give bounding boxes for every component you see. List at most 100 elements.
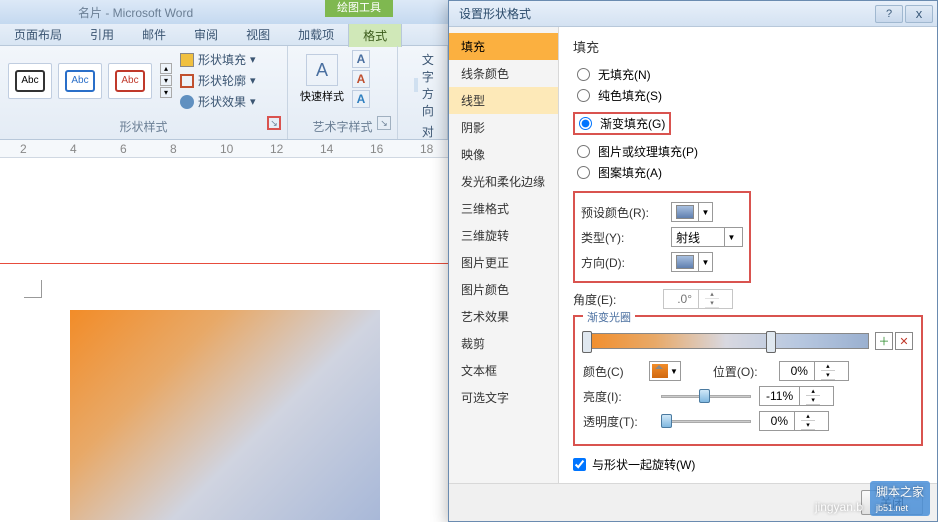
pen-icon xyxy=(180,74,194,88)
label-type: 类型(Y): xyxy=(581,229,663,246)
dialog-category-list: 填充 线条颜色 线型 阴影 映像 发光和柔化边缘 三维格式 三维旋转 图片更正 … xyxy=(449,27,559,483)
tab-review[interactable]: 审阅 xyxy=(180,23,232,46)
direction-dropdown[interactable]: ▼ xyxy=(671,252,713,272)
dialog-titlebar[interactable]: 设置形状格式 ? x xyxy=(449,1,937,27)
radio-solid-fill[interactable]: 纯色填充(S) xyxy=(573,87,923,104)
effects-icon xyxy=(180,95,194,109)
brightness-slider[interactable] xyxy=(661,387,751,405)
dialog-main-panel: 填充 无填充(N) 纯色填充(S) 渐变填充(G) 图片或纹理填充(P) 图案填… xyxy=(559,27,937,483)
add-stop-button[interactable]: ＋ xyxy=(875,332,893,350)
sidebar-item-glow[interactable]: 发光和柔化边缘 xyxy=(449,168,558,195)
dialog-help-button[interactable]: ? xyxy=(875,5,903,23)
spin-down-icon[interactable]: ▾ xyxy=(806,396,820,405)
gallery-down-icon[interactable]: ▾ xyxy=(160,75,172,86)
shape-style-3[interactable]: Abc xyxy=(108,63,152,99)
brightness-spinner[interactable]: -11%▴▾ xyxy=(759,386,834,406)
text-direction-button[interactable]: 文字方向 xyxy=(410,50,439,120)
sidebar-item-3d-rotation[interactable]: 三维旋转 xyxy=(449,222,558,249)
tab-view[interactable]: 视图 xyxy=(232,23,284,46)
group-label-wordart: 艺术字样式 ↘ xyxy=(296,116,389,137)
group-label-shape-styles: 形状样式 ↘ xyxy=(8,116,279,137)
sidebar-item-line-style[interactable]: 线型 xyxy=(449,87,558,114)
quick-styles-button[interactable]: A 快速样式 xyxy=(296,50,348,108)
dialog-title: 设置形状格式 xyxy=(459,5,531,22)
sidebar-item-fill[interactable]: 填充 xyxy=(449,33,558,60)
spin-up-icon[interactable]: ▴ xyxy=(806,387,820,396)
text-fill-icon[interactable]: A xyxy=(352,50,370,68)
gradient-rectangle-shape[interactable] xyxy=(70,310,380,520)
shape-style-2[interactable]: Abc xyxy=(58,63,102,99)
preset-colors-dropdown[interactable]: ▼ xyxy=(671,202,713,222)
position-spinner[interactable]: 0%▴▾ xyxy=(779,361,849,381)
bucket-icon xyxy=(180,53,194,67)
shape-outline-button[interactable]: 形状轮廓 ▾ xyxy=(176,71,260,90)
radio-pattern-fill[interactable]: 图案填充(A) xyxy=(573,164,923,181)
sidebar-item-3d-format[interactable]: 三维格式 xyxy=(449,195,558,222)
sidebar-item-line-color[interactable]: 线条颜色 xyxy=(449,60,558,87)
gradient-type-dropdown[interactable]: 射线▼ xyxy=(671,227,743,247)
gallery-more-icon[interactable]: ▾ xyxy=(160,87,172,98)
angle-spinner[interactable]: .0°▴▾ xyxy=(663,289,733,309)
tab-format[interactable]: 格式 xyxy=(348,23,402,47)
panel-heading: 填充 xyxy=(573,37,923,56)
chevron-down-icon: ▼ xyxy=(698,253,712,271)
label-preset-colors: 预设颜色(R): xyxy=(581,204,663,221)
shape-effects-button[interactable]: 形状效果 ▾ xyxy=(176,92,260,111)
sidebar-item-picture-corrections[interactable]: 图片更正 xyxy=(449,249,558,276)
radio-gradient-fill[interactable]: 渐变填充(G) xyxy=(573,112,671,135)
chevron-down-icon: ▼ xyxy=(698,203,712,221)
chevron-down-icon: ▼ xyxy=(670,367,678,376)
wordart-mini-buttons: A A A xyxy=(352,50,370,108)
remove-stop-button[interactable]: ✕ xyxy=(895,332,913,350)
transparency-slider[interactable] xyxy=(661,412,751,430)
stop-color-dropdown[interactable]: ▼ xyxy=(649,361,681,381)
dialog-close-x[interactable]: x xyxy=(905,5,933,23)
shape-style-gallery[interactable]: Abc Abc Abc ▴ ▾ ▾ xyxy=(8,63,172,99)
preset-swatch-icon xyxy=(676,205,694,219)
align-text-button[interactable]: 对齐文本 xyxy=(410,122,439,139)
tab-addons[interactable]: 加载项 xyxy=(284,23,348,46)
radio-picture-fill[interactable]: 图片或纹理填充(P) xyxy=(573,143,923,160)
spin-up-icon[interactable]: ▴ xyxy=(801,412,815,421)
label-brightness: 亮度(I): xyxy=(583,388,653,405)
shape-style-1[interactable]: Abc xyxy=(8,63,52,99)
chevron-down-icon: ▼ xyxy=(724,228,738,246)
spin-up-icon[interactable]: ▴ xyxy=(705,290,719,299)
radio-no-fill[interactable]: 无填充(N) xyxy=(573,66,923,83)
group-wordart-styles: A 快速样式 A A A 艺术字样式 ↘ xyxy=(288,46,398,139)
sidebar-item-reflection[interactable]: 映像 xyxy=(449,141,558,168)
label-color: 颜色(C) xyxy=(583,363,641,380)
wordart-dialog-launcher[interactable]: ↘ xyxy=(377,116,391,130)
tab-page-layout[interactable]: 页面布局 xyxy=(0,23,76,46)
paint-bucket-icon xyxy=(652,364,668,378)
watermark: jingyan.b 脚本之家jb51.net xyxy=(815,481,930,516)
shape-fill-button[interactable]: 形状填充 ▾ xyxy=(176,50,260,69)
sidebar-item-textbox[interactable]: 文本框 xyxy=(449,357,558,384)
gradient-stop-2[interactable] xyxy=(766,331,776,353)
spin-up-icon[interactable]: ▴ xyxy=(821,362,835,371)
gallery-up-icon[interactable]: ▴ xyxy=(160,63,172,74)
sidebar-item-crop[interactable]: 裁剪 xyxy=(449,330,558,357)
sidebar-item-alt-text[interactable]: 可选文字 xyxy=(449,384,558,411)
sidebar-item-artistic-effects[interactable]: 艺术效果 xyxy=(449,303,558,330)
transparency-spinner[interactable]: 0%▴▾ xyxy=(759,411,829,431)
label-direction: 方向(D): xyxy=(581,254,663,271)
gradient-stop-1[interactable] xyxy=(582,331,592,353)
text-outline-icon[interactable]: A xyxy=(352,70,370,88)
gradient-stop-slider[interactable]: ＋ ✕ xyxy=(583,331,913,351)
label-transparency: 透明度(T): xyxy=(583,413,653,430)
spin-down-icon[interactable]: ▾ xyxy=(821,371,835,380)
rotate-with-shape-checkbox[interactable]: 与形状一起旋转(W) xyxy=(573,456,923,473)
document-title: 名片 - Microsoft Word xyxy=(78,4,193,21)
tab-references[interactable]: 引用 xyxy=(76,23,128,46)
spin-down-icon[interactable]: ▾ xyxy=(705,299,719,308)
spin-down-icon[interactable]: ▾ xyxy=(801,421,815,430)
letter-a-icon: A xyxy=(306,54,338,86)
sidebar-item-shadow[interactable]: 阴影 xyxy=(449,114,558,141)
direction-swatch-icon xyxy=(676,255,694,269)
text-effects-icon[interactable]: A xyxy=(352,90,370,108)
tab-mailings[interactable]: 邮件 xyxy=(128,23,180,46)
shape-styles-dialog-launcher[interactable]: ↘ xyxy=(267,116,281,130)
text-direction-icon xyxy=(414,78,418,92)
sidebar-item-picture-color[interactable]: 图片颜色 xyxy=(449,276,558,303)
